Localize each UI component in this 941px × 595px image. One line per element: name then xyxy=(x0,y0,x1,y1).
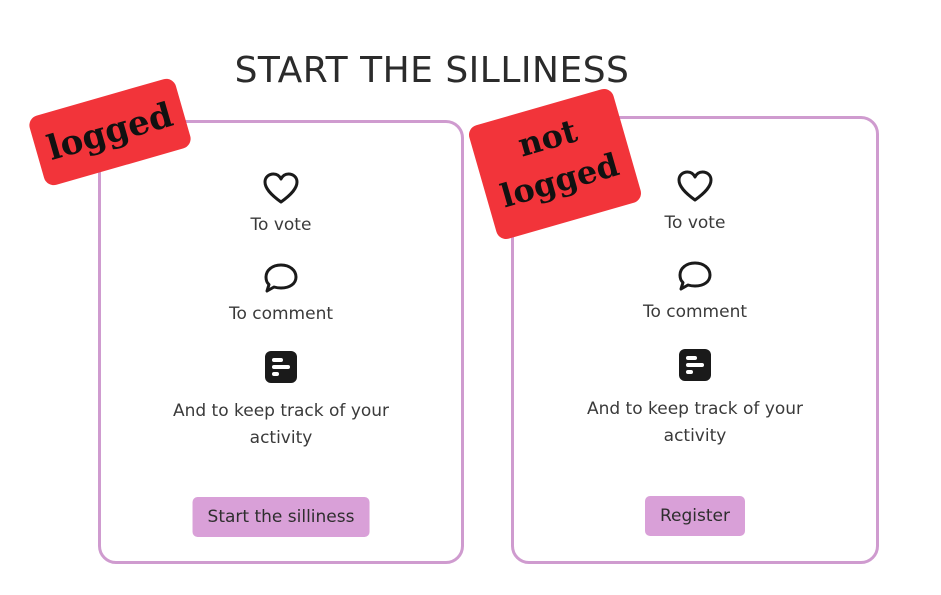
activity-item: And to keep track of your activity xyxy=(101,350,461,452)
logged-card: To vote To comment And to keep track of … xyxy=(98,120,464,564)
page-title: START THE SILLINESS xyxy=(234,50,630,92)
speech-bubble-icon xyxy=(264,263,298,293)
activity-label: And to keep track of your activity xyxy=(586,399,804,446)
activity-icon xyxy=(679,349,711,381)
heart-icon xyxy=(263,172,299,204)
register-button[interactable]: Register xyxy=(645,496,745,536)
vote-label: To vote xyxy=(250,215,312,235)
activity-label: And to keep track of your activity xyxy=(172,401,390,448)
comment-item: To comment xyxy=(514,259,876,325)
comment-label: To comment xyxy=(642,302,748,322)
comment-label: To comment xyxy=(228,304,334,324)
activity-icon xyxy=(265,351,297,383)
comment-item: To comment xyxy=(101,261,461,327)
heart-icon xyxy=(677,170,713,202)
vote-item: To vote xyxy=(101,171,461,238)
speech-bubble-icon xyxy=(678,261,712,291)
start-silliness-button[interactable]: Start the silliness xyxy=(192,497,370,537)
activity-item: And to keep track of your activity xyxy=(514,348,876,450)
